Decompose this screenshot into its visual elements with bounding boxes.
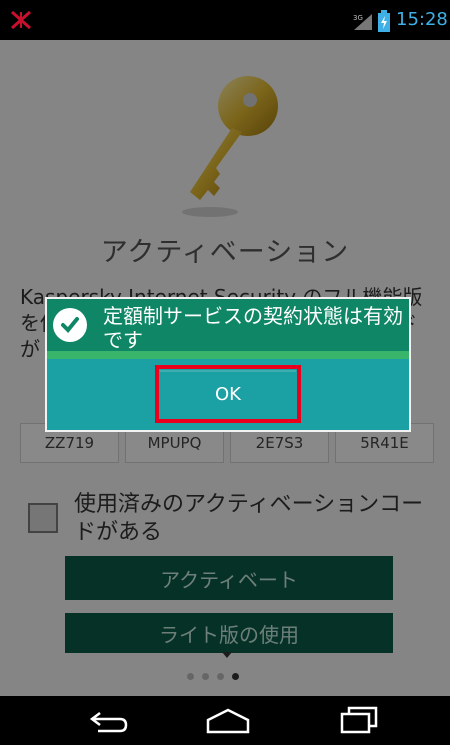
check-circle-icon (53, 308, 87, 342)
svg-text:3G: 3G (353, 14, 363, 22)
dialog-header: 定額制サービスの契約状態は有効です (47, 299, 409, 359)
kaspersky-logo-icon (11, 10, 31, 30)
back-icon[interactable] (88, 709, 130, 733)
recent-apps-icon[interactable] (340, 706, 378, 734)
home-icon[interactable] (205, 708, 251, 734)
battery-icon (378, 10, 390, 32)
status-time: 15:28 (396, 9, 448, 30)
signal-icon: 3G (353, 14, 372, 30)
ok-button[interactable]: OK (160, 370, 296, 418)
subscription-status-dialog: 定額制サービスの契約状態は有効です OK (45, 297, 411, 432)
dialog-message: 定額制サービスの契約状態は有効です (103, 304, 403, 352)
status-bar: 3G 15:28 (0, 0, 450, 40)
navigation-bar (0, 696, 450, 745)
